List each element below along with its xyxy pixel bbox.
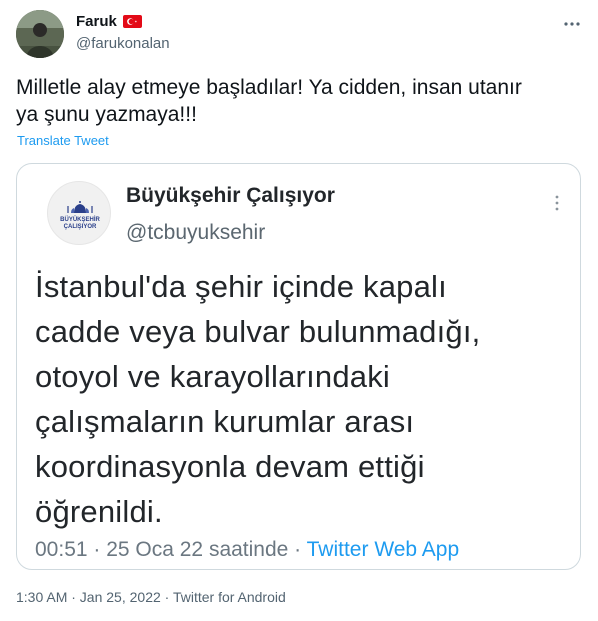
more-options-icon[interactable]	[560, 12, 584, 36]
avatar[interactable]	[16, 10, 64, 58]
avatar-photo	[16, 10, 64, 58]
quoted-handle[interactable]: @tcbuyuksehir	[126, 221, 265, 245]
tweet-text: Milletle alay etmeye başladılar! Ya cidd…	[16, 76, 522, 126]
turkey-flag-icon	[122, 15, 142, 28]
tweet: Faruk @farukonalan Milletle alay etmeye …	[0, 0, 598, 621]
quoted-tweet-card[interactable]: BÜYÜKŞEHİR ÇALIŞIYOR Büyükşehir Çalışıyo…	[16, 163, 581, 570]
quoted-tweet-text: İstanbul'da şehir içinde kapalı cadde ve…	[35, 269, 481, 529]
mosque-logo-icon	[67, 201, 93, 213]
tweet-timestamp[interactable]: 1:30 AM · Jan 25, 2022 · Twitter for And…	[16, 589, 286, 605]
quoted-source-link[interactable]: Twitter Web App	[307, 538, 460, 561]
quoted-avatar[interactable]: BÜYÜKŞEHİR ÇALIŞIYOR	[47, 181, 111, 245]
author-name-row[interactable]: Faruk	[76, 13, 142, 30]
quoted-meta-time: 00:51 · 25 Oca 22 saatinde ·	[35, 538, 307, 561]
author-handle[interactable]: @farukonalan	[76, 35, 170, 52]
author-display-name[interactable]: Faruk	[76, 13, 117, 30]
quoted-more-options-icon[interactable]	[554, 194, 560, 217]
quoted-meta: 00:51 · 25 Oca 22 saatinde · Twitter Web…	[35, 538, 459, 562]
quoted-display-name[interactable]: Büyükşehir Çalışıyor	[126, 184, 335, 208]
translate-tweet-link[interactable]: Translate Tweet	[17, 133, 109, 148]
quoted-logo-text: BÜYÜKŞEHİR ÇALIŞIYOR	[60, 217, 100, 230]
